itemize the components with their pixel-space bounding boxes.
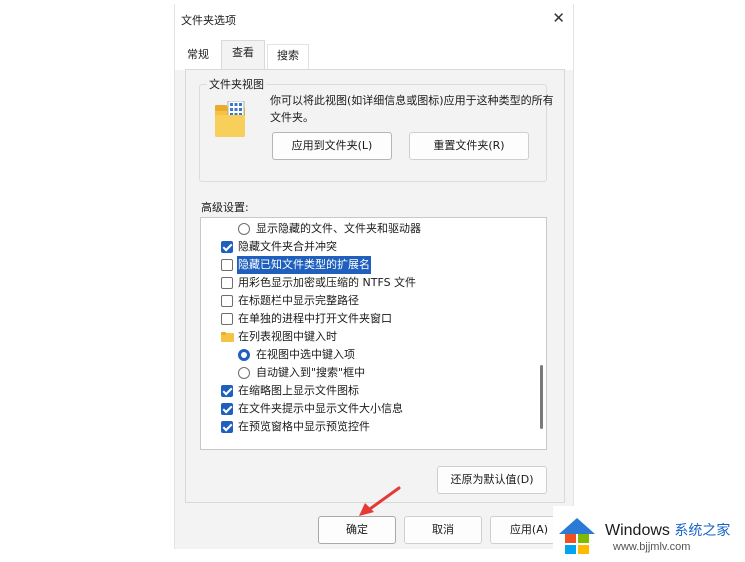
watermark-brand: Windows [605, 522, 670, 539]
advanced-settings-list[interactable]: 显示隐藏的文件、文件夹和驱动器 隐藏文件夹合并冲突 隐藏已知文件类型的扩展名 用… [200, 217, 547, 450]
list-item-label: 在预览窗格中显示预览控件 [238, 420, 370, 433]
close-icon[interactable]: ✕ [552, 9, 565, 27]
title-bar: 文件夹选项 ✕ [175, 4, 573, 34]
list-item-label: 在缩略图上显示文件图标 [238, 384, 359, 397]
tab-view[interactable]: 查看 [221, 40, 265, 71]
advanced-settings-label: 高级设置: [201, 201, 249, 214]
folder-icon [221, 332, 234, 342]
checkbox[interactable] [221, 385, 233, 397]
list-item-label: 自动键入到"搜索"框中 [256, 366, 366, 379]
checkbox[interactable] [221, 295, 233, 307]
tab-bar: 常规 查看 搜索 [175, 34, 573, 71]
checkbox[interactable] [221, 241, 233, 253]
reset-folders-button[interactable]: 重置文件夹(R) [409, 132, 529, 160]
checkbox[interactable] [221, 403, 233, 415]
folder-views-legend: 文件夹视图 [207, 76, 266, 92]
house-logo-icon [559, 518, 595, 554]
checkbox[interactable] [221, 277, 233, 289]
radio-button[interactable] [238, 367, 250, 379]
list-item-label: 在视图中选中键入项 [256, 348, 355, 361]
watermark-title: Windows 系统之家 [605, 520, 730, 540]
tab-general[interactable]: 常规 [179, 44, 217, 66]
watermark-brand-cn: 系统之家 [674, 522, 731, 538]
folder-views-description: 你可以将此视图(如详细信息或图标)应用于这种类型的所有文件夹。 [270, 94, 554, 124]
folder-view-icon [215, 101, 245, 137]
list-item-label: 在文件夹提示中显示文件大小信息 [238, 402, 403, 415]
red-arrow-icon [359, 486, 401, 516]
list-item-label: 在列表视图中键入时 [238, 330, 337, 343]
checkbox[interactable] [221, 259, 233, 271]
tab-search[interactable]: 搜索 [267, 44, 309, 69]
checkbox[interactable] [221, 313, 233, 325]
watermark-url: www.bjjmlv.com [613, 541, 691, 553]
cancel-button[interactable]: 取消 [404, 516, 482, 544]
dialog-title: 文件夹选项 [181, 14, 236, 27]
list-item-label: 隐藏已知文件类型的扩展名 [237, 256, 371, 274]
list-item-label: 隐藏文件夹合并冲突 [238, 240, 337, 253]
folder-options-dialog: 文件夹选项 ✕ 常规 查看 搜索 文件夹视图 你可以将此视图(如详细信息或图标)… [174, 4, 574, 549]
list-item-label: 在单独的进程中打开文件夹窗口 [238, 312, 392, 325]
list-item-label: 用彩色显示加密或压缩的 NTFS 文件 [238, 276, 417, 289]
restore-defaults-button[interactable]: 还原为默认值(D) [437, 466, 547, 494]
list-item-label: 显示隐藏的文件、文件夹和驱动器 [256, 222, 421, 235]
ok-button[interactable]: 确定 [318, 516, 396, 544]
checkbox[interactable] [221, 421, 233, 433]
radio-button[interactable] [238, 223, 250, 235]
watermark: Windows 系统之家 www.bjjmlv.com [553, 506, 745, 562]
radio-button[interactable] [238, 349, 250, 361]
list-scrollbar-thumb[interactable] [540, 365, 543, 429]
list-item-label: 在标题栏中显示完整路径 [238, 294, 359, 307]
apply-to-folders-button[interactable]: 应用到文件夹(L) [272, 132, 392, 160]
